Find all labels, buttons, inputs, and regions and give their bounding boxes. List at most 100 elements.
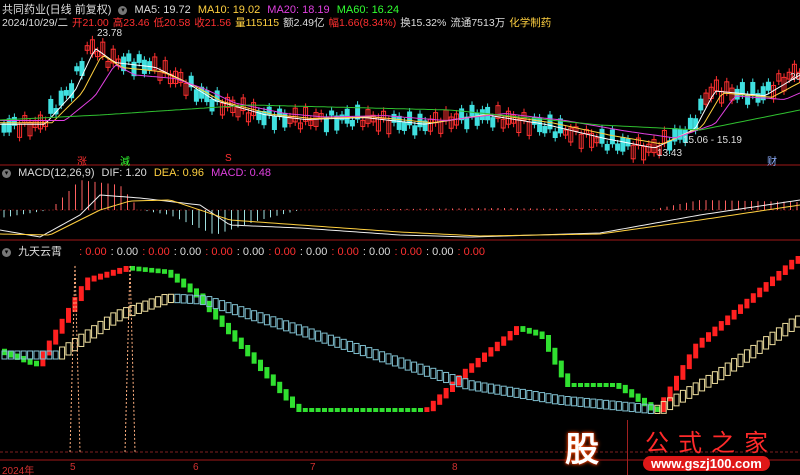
fast-line-block (53, 329, 59, 345)
fast-line-block (341, 408, 347, 412)
fast-line-block (181, 278, 187, 288)
fast-line-block (296, 403, 302, 412)
fast-line-block (123, 266, 129, 272)
slow-line-block (385, 353, 392, 365)
candle-body (604, 144, 610, 151)
fast-line-block (72, 297, 78, 312)
slow-line-block (468, 380, 475, 391)
slow-line-block (500, 385, 507, 396)
cloud-settings-icon[interactable]: ▾ (2, 247, 11, 257)
slow-line-block (33, 350, 40, 360)
slow-line-block (340, 338, 347, 350)
slow-line-block (564, 396, 571, 406)
candle-body (271, 115, 277, 130)
fast-line-block (200, 293, 206, 305)
slow-line-block (718, 366, 725, 381)
fast-line-block (232, 330, 238, 342)
slow-line-block (308, 328, 315, 340)
fast-line-block (264, 367, 270, 379)
cloud-value: : 0.00 (142, 246, 170, 258)
candle-body (136, 54, 142, 63)
slow-line-block (737, 353, 744, 368)
slow-line-block (359, 345, 366, 357)
slow-line-block (679, 389, 686, 403)
fast-line-block (59, 318, 65, 334)
cloud-value: : 0.00 (425, 246, 454, 258)
slow-line-block (475, 381, 482, 392)
fast-line-block (475, 357, 481, 368)
fast-line-block (552, 347, 558, 365)
fast-line-block (155, 268, 161, 274)
fast-line-block (718, 321, 724, 331)
slow-line-block (187, 294, 194, 304)
fast-line-block (277, 381, 283, 394)
fast-line-block (34, 360, 39, 367)
candle-body (537, 117, 543, 133)
quote-volume: 量115115 (235, 17, 280, 29)
slow-line-block (59, 346, 66, 360)
fast-line-block (328, 408, 334, 412)
slow-line-block (116, 309, 123, 322)
slow-line-block (487, 383, 494, 394)
fast-line-block (558, 360, 564, 378)
slow-line-block (84, 329, 91, 343)
cloud-value: : 0.00 (362, 246, 391, 258)
chart-canvas[interactable] (0, 0, 800, 475)
slow-line-block (135, 302, 142, 314)
slow-line-block (295, 324, 302, 336)
slow-line-block (289, 322, 296, 334)
low-price-mark: 13.43 (657, 148, 683, 159)
axis-month-5: 5 (70, 462, 76, 473)
fast-line-block (354, 408, 359, 412)
fast-line-block (584, 383, 590, 387)
fast-line-block (187, 283, 193, 293)
fast-line-block (245, 344, 251, 357)
axis-month-7: 7 (310, 462, 316, 473)
candle-body (349, 119, 355, 127)
slow-line-block (97, 320, 104, 335)
fast-line-block (488, 347, 494, 357)
slow-line-block (404, 359, 411, 371)
fast-line-block (8, 351, 14, 358)
fast-line-block (213, 308, 219, 320)
settings-circle-icon[interactable]: ▾ (118, 5, 128, 15)
fast-line-block (226, 322, 231, 335)
fast-line-block (776, 270, 782, 281)
slow-line-block (110, 312, 117, 326)
fast-line-block (469, 363, 475, 373)
candle-body (48, 98, 54, 114)
macd-settings-icon[interactable]: ▾ (2, 168, 11, 178)
signal-finance[interactable]: 财 (767, 153, 777, 168)
slow-line-block (743, 349, 750, 363)
fast-line-block (674, 375, 679, 391)
fast-line-block (635, 393, 641, 402)
fast-line-block (731, 309, 737, 320)
candle-body (74, 66, 80, 72)
fast-line-block (629, 389, 635, 398)
fast-line-block (565, 373, 571, 387)
slow-line-block (692, 382, 699, 396)
fast-line-block (130, 266, 135, 271)
candle-body (620, 136, 626, 152)
candle-body (323, 117, 329, 133)
fast-line-block (424, 407, 430, 412)
stock-chart-window: 共同药业(日线 前复权) ▾ MA5: 19.72 MA10: 19.02 MA… (0, 0, 800, 475)
slow-line-block (321, 332, 328, 344)
candle-body (417, 113, 423, 128)
slow-line-block (327, 334, 334, 346)
fast-line-block (514, 326, 519, 336)
fast-line-block (411, 408, 417, 412)
slow-line-block (103, 316, 110, 330)
fast-line-block (194, 288, 199, 298)
cloud-value: : 0.00 (457, 246, 486, 258)
candle-body (542, 125, 548, 134)
macd-title: MACD(12,26,9) (18, 167, 95, 179)
fast-line-block (526, 327, 532, 334)
fast-line-block (680, 365, 686, 380)
slow-line-block (577, 397, 584, 407)
slow-line-block (756, 340, 763, 354)
slow-line-block (123, 307, 130, 319)
slow-line-block (276, 318, 283, 330)
slow-line-block (180, 294, 187, 304)
candle-body (63, 90, 69, 96)
